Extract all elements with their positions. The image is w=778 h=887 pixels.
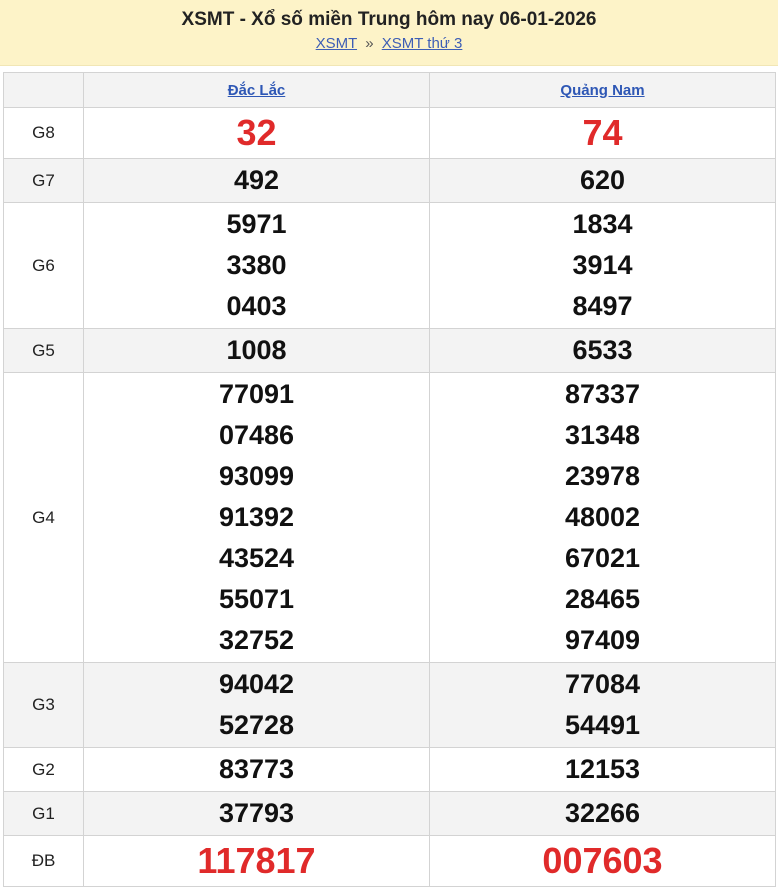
breadcrumb-xsmt-link[interactable]: XSMT: [316, 35, 357, 52]
prize-number: 52728: [218, 710, 295, 740]
prize-row: G3 94042 52728 77084 54491: [3, 662, 776, 748]
prize-number: 620: [579, 165, 626, 195]
prize-label: G1: [3, 791, 84, 836]
prize-label: G6: [3, 202, 84, 329]
prize-cell-daclac: 117817: [83, 835, 430, 887]
prize-number: 6533: [572, 335, 633, 365]
prize-number: 77084: [564, 669, 641, 699]
prize-number: 007603: [542, 840, 663, 881]
province-link-daclac[interactable]: Đắc Lắc: [228, 82, 286, 99]
prize-cell-daclac: 77091 07486 93099 91392 43524 55071 32752: [83, 372, 430, 663]
prize-number: 93099: [218, 461, 295, 491]
results-table: Đắc Lắc Quảng Nam G8 32 74 G7 492 620 G6 5971 33…: [3, 72, 776, 887]
prize-row: G2 83773 12153: [3, 747, 776, 792]
province-link-quangnam[interactable]: Quảng Nam: [560, 82, 644, 99]
prize-number: 23978: [564, 461, 641, 491]
prize-number: 8497: [572, 291, 633, 321]
prize-cell-daclac: 492: [83, 158, 430, 203]
prize-number: 5971: [226, 209, 287, 239]
prize-row: G5 1008 6533: [3, 328, 776, 373]
prize-cell-daclac: 5971 3380 0403: [83, 202, 430, 329]
page-header: XSMT - Xổ số miền Trung hôm nay 06-01-20…: [0, 0, 778, 66]
prize-row: ĐB 117817 007603: [3, 835, 776, 887]
prize-number: 83773: [218, 754, 295, 784]
prize-row: G4 77091 07486 93099 91392 43524 55071 32752 873…: [3, 372, 776, 663]
breadcrumb: XSMT » XSMT thứ 3: [0, 33, 778, 55]
prize-number: 1008: [226, 335, 287, 365]
prize-number: 43524: [218, 543, 295, 573]
prize-cell-quangnam: 6533: [429, 328, 776, 373]
prize-number: 77091: [218, 379, 295, 409]
province-header-daclac: Đắc Lắc: [83, 72, 430, 108]
prize-cell-quangnam: 007603: [429, 835, 776, 887]
prize-number: 87337: [564, 379, 641, 409]
prize-cell-daclac: 32: [83, 107, 430, 159]
prize-number: 0403: [226, 291, 287, 321]
prize-cell-quangnam: 87337 31348 23978 48002 67021 28465 97409: [429, 372, 776, 663]
prize-row: G1 37793 32266: [3, 791, 776, 836]
prize-number: 31348: [564, 420, 641, 450]
prize-label: G7: [3, 158, 84, 203]
breadcrumb-separator: »: [365, 35, 374, 52]
prize-label: G8: [3, 107, 84, 159]
table-header-row: Đắc Lắc Quảng Nam: [3, 72, 776, 108]
prize-number: 32266: [564, 798, 641, 828]
prize-cell-daclac: 37793: [83, 791, 430, 836]
prize-number: 492: [233, 165, 280, 195]
prize-number: 94042: [218, 669, 295, 699]
prize-cell-quangnam: 620: [429, 158, 776, 203]
prize-number: 32: [236, 112, 277, 153]
prize-number: 55071: [218, 584, 295, 614]
prize-label: G3: [3, 662, 84, 748]
prize-number: 3380: [226, 250, 287, 280]
prize-cell-daclac: 83773: [83, 747, 430, 792]
prize-number: 48002: [564, 502, 641, 532]
province-header-quangnam: Quảng Nam: [429, 72, 776, 108]
prize-number: 91392: [218, 502, 295, 532]
page-title: XSMT - Xổ số miền Trung hôm nay 06-01-20…: [181, 9, 597, 30]
prize-number: 37793: [218, 798, 295, 828]
prize-number: 07486: [218, 420, 295, 450]
prize-cell-quangnam: 74: [429, 107, 776, 159]
prize-number: 117817: [197, 840, 316, 881]
prize-label: G2: [3, 747, 84, 792]
prize-number: 28465: [564, 584, 641, 614]
prize-number: 97409: [564, 625, 641, 655]
prize-cell-daclac: 94042 52728: [83, 662, 430, 748]
prize-label: G4: [3, 372, 84, 663]
prize-number: 74: [582, 112, 623, 153]
prize-number: 12153: [564, 754, 641, 784]
prize-number: 54491: [564, 710, 641, 740]
prize-table-body: G8 32 74 G7 492 620 G6 5971 3380 0403 1834 3914 8497…: [3, 107, 776, 887]
prize-cell-quangnam: 1834 3914 8497: [429, 202, 776, 329]
prize-number: 1834: [572, 209, 633, 239]
prize-cell-quangnam: 12153: [429, 747, 776, 792]
prize-number: 32752: [218, 625, 295, 655]
prize-number: 67021: [564, 543, 641, 573]
prize-row: G7 492 620: [3, 158, 776, 203]
prize-cell-daclac: 1008: [83, 328, 430, 373]
prize-label: G5: [3, 328, 84, 373]
prize-cell-quangnam: 77084 54491: [429, 662, 776, 748]
prize-cell-quangnam: 32266: [429, 791, 776, 836]
header-blank-cell: [3, 72, 84, 108]
prize-number: 3914: [572, 250, 633, 280]
prize-row: G6 5971 3380 0403 1834 3914 8497: [3, 202, 776, 329]
prize-label: ĐB: [3, 835, 84, 887]
prize-row: G8 32 74: [3, 107, 776, 159]
breadcrumb-xsmt-thu3-link[interactable]: XSMT thứ 3: [382, 35, 463, 52]
